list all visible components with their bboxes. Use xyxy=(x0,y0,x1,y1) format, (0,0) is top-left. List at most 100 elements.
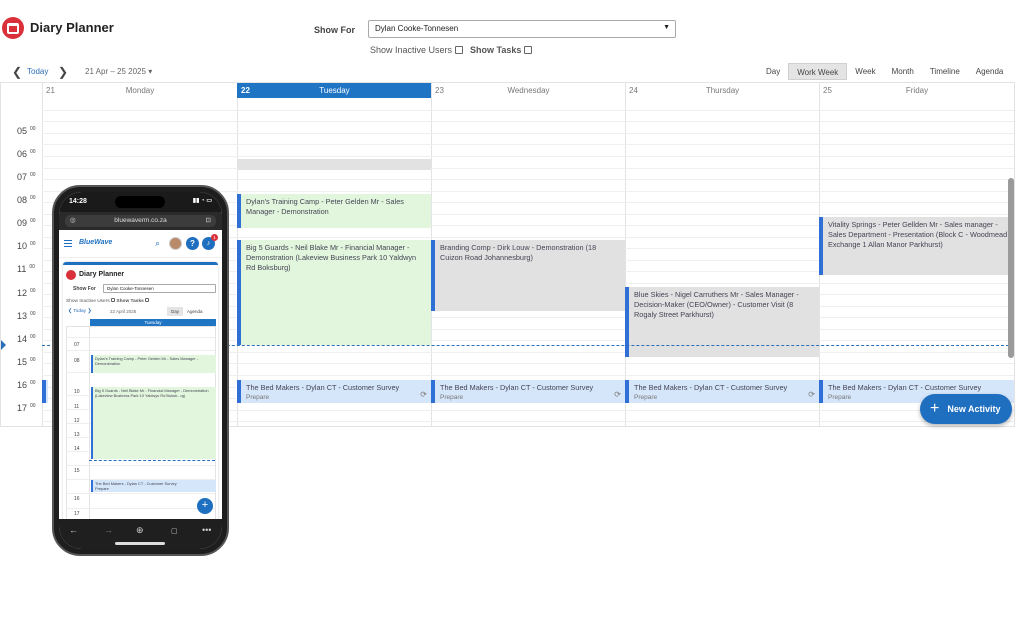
more-icon[interactable]: ••• xyxy=(202,525,211,535)
event-subtitle: Prepare xyxy=(440,394,464,401)
phone-browser-bar: ◎ bluewaverm.co.za ⊡ xyxy=(59,212,222,230)
event-bed-makers-survey[interactable]: The Bed Makers - Dylan CT - Customer Sur… xyxy=(625,380,819,403)
hour-label: 14 00 xyxy=(17,334,36,344)
phone-page-title: Diary Planner xyxy=(79,271,125,278)
phone-day-grid[interactable]: 07 08 10 11 12 13 14 15 16 17 Dylan's Tr… xyxy=(66,326,216,536)
page-title: Diary Planner xyxy=(30,20,114,35)
phone-view-agenda[interactable]: Agenda xyxy=(183,307,207,316)
hour-label: 12 00 xyxy=(17,288,36,298)
day-header-monday[interactable]: 21 Monday xyxy=(42,83,237,98)
day-header-friday[interactable]: 25 Friday xyxy=(819,83,1014,98)
event-title: The Bed Makers - Dylan CT - Customer Sur… xyxy=(634,383,788,392)
phone-event-training-camp[interactable]: Dylan's Training Camp - Peter Gelden Mr … xyxy=(91,355,216,373)
slot-line xyxy=(42,144,1014,145)
column-divider xyxy=(89,327,90,535)
day-header-tuesday[interactable]: 22 Tuesday xyxy=(237,83,431,98)
phone-user-select[interactable]: Dylan Cooke-Tonnesen xyxy=(103,284,216,293)
event-title: Big 5 Guards - Neil Blake Mr - Financial… xyxy=(246,243,417,272)
show-inactive-checkbox[interactable] xyxy=(455,46,464,54)
hour-label: 07 xyxy=(74,342,80,348)
phone-browser-toolbar: ← → ⊕ ▢ ••• xyxy=(59,519,222,549)
hour-label: 07 00 xyxy=(17,172,36,182)
phone-show-inactive-checkbox[interactable] xyxy=(111,298,116,302)
chevron-right-icon[interactable]: ❯ xyxy=(87,309,91,314)
view-day[interactable]: Day xyxy=(758,63,788,80)
hamburger-menu-icon[interactable] xyxy=(64,240,72,247)
chevron-right-icon[interactable]: ❯ xyxy=(58,65,68,79)
event-branding-comp[interactable]: Branding Comp - Dirk Louw - Demonstratio… xyxy=(431,240,625,311)
settings-icon[interactable]: ◎ xyxy=(70,215,76,227)
hour-label: 14 xyxy=(74,446,80,452)
hour-label: 06 00 xyxy=(17,149,36,159)
notification-badge: 1 xyxy=(211,234,218,241)
user-select-value: Dylan Cooke-Tonnesen xyxy=(375,24,459,33)
event-bed-makers-survey[interactable]: The Bed Makers - Dylan CT - Customer Sur… xyxy=(237,380,431,403)
new-tab-icon[interactable]: ⊕ xyxy=(136,525,144,536)
slot-line xyxy=(67,350,215,351)
phone-event-big5-guards[interactable]: Big 5 Guards - Neil Blake Mr - Financial… xyxy=(91,387,216,459)
chevron-down-icon: ▼ xyxy=(663,24,670,31)
slot-line xyxy=(67,508,215,509)
view-month[interactable]: Month xyxy=(884,63,922,80)
view-timeline[interactable]: Timeline xyxy=(922,63,968,80)
day-name: Tuesday xyxy=(319,86,350,95)
user-select[interactable]: Dylan Cooke-Tonnesen ▼ xyxy=(368,20,676,38)
phone-screen: 14:28 ▮▮ ◔ ▭ ◎ bluewaverm.co.za ⊡ BlueWave… xyxy=(59,192,222,549)
hour-label: 17 xyxy=(74,511,80,517)
view-week[interactable]: Week xyxy=(847,63,883,80)
event-big5-guards[interactable]: Big 5 Guards - Neil Blake Mr - Financial… xyxy=(237,240,431,345)
today-button[interactable]: Today xyxy=(27,67,48,76)
column-divider xyxy=(42,98,43,426)
phone-event-bed-makers[interactable]: The Bed Makers - Dylan CT - Customer Sur… xyxy=(91,480,216,492)
event-blue-skies[interactable]: Blue Skies - Nigel Carruthers Mr - Sales… xyxy=(625,287,819,357)
new-activity-button[interactable]: + New Activity xyxy=(920,394,1012,424)
phone-add-button[interactable]: + xyxy=(197,498,213,514)
show-tasks-checkbox[interactable] xyxy=(524,46,533,54)
calendar-app-icon xyxy=(2,17,24,39)
home-indicator xyxy=(115,542,165,545)
day-header-wednesday[interactable]: 23 Wednesday xyxy=(431,83,625,98)
help-icon[interactable]: ? xyxy=(186,237,199,250)
hour-label: 13 xyxy=(74,432,80,438)
phone-url-field[interactable]: ◎ bluewaverm.co.za ⊡ xyxy=(65,215,216,227)
filter-options: Show Inactive Users Show Tasks xyxy=(370,45,533,55)
phone-day-header: Tuesday xyxy=(90,319,216,326)
show-tasks-label: Show Tasks xyxy=(470,45,522,55)
slot-line xyxy=(42,110,1014,111)
chevron-left-icon[interactable]: ❮ xyxy=(12,65,22,79)
phone-date[interactable]: 22 April 2025 xyxy=(110,309,136,314)
phone-mockup: 14:28 ▮▮ ◔ ▭ ◎ bluewaverm.co.za ⊡ BlueWave… xyxy=(52,185,229,556)
recurring-icon: ⟳ xyxy=(808,390,815,399)
event-vitality-springs[interactable]: Vitality Springs - Peter Gellden Mr - Sa… xyxy=(819,217,1014,275)
view-agenda[interactable]: Agenda xyxy=(968,63,1012,80)
chevron-left-icon[interactable]: ❮ xyxy=(68,309,72,314)
phone-view-day[interactable]: Day xyxy=(167,307,184,316)
calendar-app-icon xyxy=(66,270,76,280)
event-bed-makers-survey[interactable]: The Bed Makers - Dylan CT - Customer Sur… xyxy=(431,380,625,403)
hour-label: 16 00 xyxy=(17,380,36,390)
event-bed-makers-survey-partial[interactable] xyxy=(42,380,48,403)
new-activity-label: New Activity xyxy=(947,404,1001,414)
phone-url-text: bluewaverm.co.za xyxy=(114,217,167,224)
vertical-scrollbar[interactable] xyxy=(1008,178,1014,358)
search-icon[interactable]: ⌕ xyxy=(155,238,160,249)
signal-battery-icon: ▮▮ ◔ ▭ xyxy=(192,198,212,204)
avatar[interactable] xyxy=(169,237,182,250)
phone-today-button[interactable]: Today xyxy=(73,309,86,314)
slot-line xyxy=(42,121,1014,122)
slot-line xyxy=(67,465,215,466)
hour-label: 10 00 xyxy=(17,241,36,251)
event-training-camp[interactable]: Dylan's Training Camp - Peter Gelden Mr … xyxy=(237,194,431,228)
date-range-picker[interactable]: 21 Apr – 25 2025 ▾ xyxy=(85,67,152,76)
forward-arrow-icon[interactable]: → xyxy=(104,525,113,535)
phone-show-tasks-checkbox[interactable] xyxy=(145,298,150,302)
lock-icon: ⊡ xyxy=(205,217,211,224)
tabs-icon[interactable]: ▢ xyxy=(171,527,178,535)
slot-line xyxy=(42,133,1014,134)
date-range-text: 21 Apr – 25 2025 xyxy=(85,67,146,76)
show-for-label: Show For xyxy=(314,25,355,35)
day-header-thursday[interactable]: 24 Thursday xyxy=(625,83,819,98)
hour-label: 11 00 xyxy=(17,264,35,274)
back-arrow-icon[interactable]: ← xyxy=(69,525,78,535)
view-work-week[interactable]: Work Week xyxy=(788,63,848,80)
